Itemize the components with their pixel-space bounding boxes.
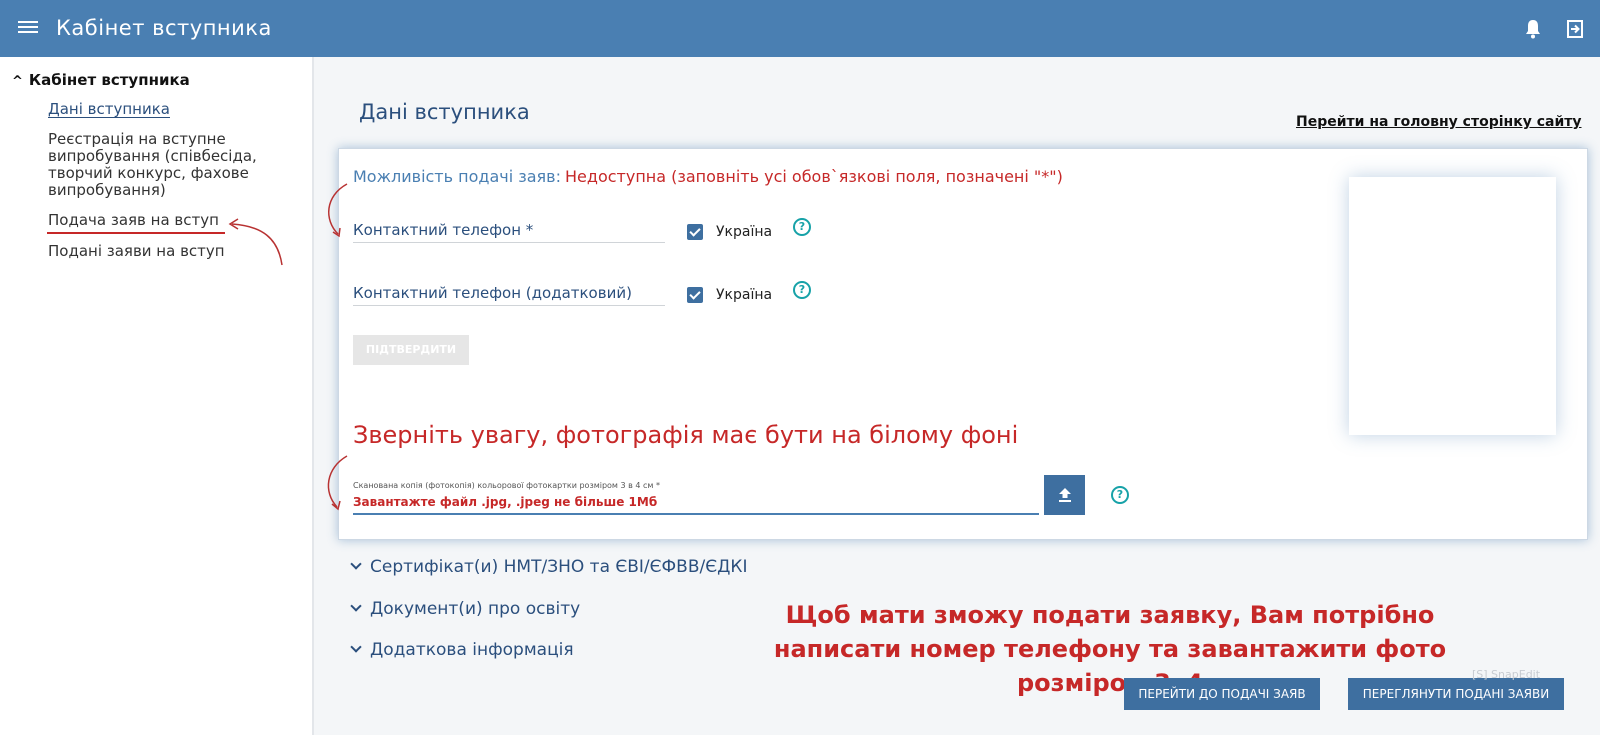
sidebar-item-submitted-applications[interactable]: Подані заяви на вступ <box>48 243 298 260</box>
caret-up-icon: ^ <box>12 74 23 89</box>
sidebar-section-title: Кабінет вступника <box>28 71 190 89</box>
annotation-underline <box>47 232 225 234</box>
top-app-bar: Кабінет вступника <box>0 0 1600 57</box>
sidebar-item-applicant-data[interactable]: Дані вступника <box>48 101 298 118</box>
accordion-certificates[interactable]: Сертифікат(и) НМТ/ЗНО та ЄВІ/ЄФВВ/ЄДКІ <box>350 557 748 577</box>
bell-icon[interactable] <box>1524 19 1542 39</box>
phone-row: Контактний телефон * Україна ? <box>353 217 1353 247</box>
phone-extra-row: Контактний телефон (додатковий) Україна … <box>353 280 1353 310</box>
availability-line: Можливість подачі заяв: Недоступна (запов… <box>353 167 1063 186</box>
menu-icon[interactable] <box>18 18 38 38</box>
phone-extra-field[interactable]: Контактний телефон (додатковий) <box>353 280 665 306</box>
photo-file-label: Сканована копія (фотокопія) кольорової ф… <box>353 481 661 490</box>
home-site-link[interactable]: Перейти на головну сторінку сайту <box>1296 114 1582 130</box>
sidebar-item-exam-registration[interactable]: Реєстрація на вступне випробування (спів… <box>48 131 298 199</box>
chevron-down-icon <box>350 600 362 612</box>
availability-status: Недоступна (заповніть усі обов`язкові по… <box>565 167 1063 186</box>
sidebar-section-header[interactable]: ^ Кабінет вступника <box>12 71 190 89</box>
ukraine-extra-checkbox[interactable] <box>687 287 703 303</box>
ukraine-checkbox[interactable] <box>687 224 703 240</box>
accordion-education-documents[interactable]: Документ(и) про освіту <box>350 599 581 619</box>
help-icon[interactable]: ? <box>793 281 811 299</box>
help-icon[interactable]: ? <box>1111 486 1129 504</box>
accordion-label: Додаткова інформація <box>370 640 574 660</box>
availability-label: Можливість подачі заяв: <box>353 167 561 186</box>
upload-icon <box>1058 488 1071 502</box>
chevron-down-icon <box>350 558 362 570</box>
photo-warning: Зверніть увагу, фотографія має бути на б… <box>353 421 1019 449</box>
go-to-applications-button[interactable]: ПЕРЕЙТИ ДО ПОДАЧІ ЗАЯВ <box>1124 678 1320 710</box>
logout-icon[interactable] <box>1566 19 1584 39</box>
phone-field[interactable]: Контактний телефон * <box>353 217 665 243</box>
ukraine-extra-checkbox-label: Україна <box>716 287 773 303</box>
ukraine-checkbox-label: Україна <box>716 224 773 240</box>
accordion-additional-info[interactable]: Додаткова інформація <box>350 640 574 660</box>
sidebar: ^ Кабінет вступника Дані вступника Реєстр… <box>0 57 314 735</box>
confirm-button[interactable]: ПІДТВЕРДИТИ <box>353 335 469 365</box>
applicant-data-panel: Можливість подачі заяв: Недоступна (запов… <box>338 148 1588 540</box>
help-icon[interactable]: ? <box>793 218 811 236</box>
watermark: [S] SnapEdit <box>1472 668 1541 681</box>
accordion-label: Сертифікат(и) НМТ/ЗНО та ЄВІ/ЄФВВ/ЄДКІ <box>370 557 748 577</box>
photo-preview <box>1349 177 1556 435</box>
upload-button[interactable] <box>1044 475 1085 515</box>
chevron-down-icon <box>350 641 362 653</box>
page-title: Дані вступника <box>359 100 530 124</box>
app-title: Кабінет вступника <box>56 16 272 40</box>
sidebar-item-submit-applications[interactable]: Подача заяв на вступ <box>48 212 298 229</box>
photo-file-field[interactable]: Завантажте файл .jpg, .jpeg не більше 1М… <box>353 495 1039 515</box>
accordion-label: Документ(и) про освіту <box>370 599 581 619</box>
view-applications-button[interactable]: ПЕРЕГЛЯНУТИ ПОДАНІ ЗАЯВИ <box>1348 678 1564 710</box>
